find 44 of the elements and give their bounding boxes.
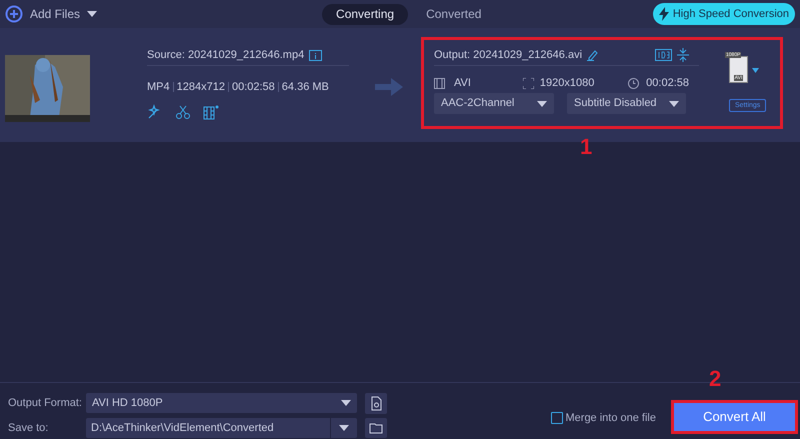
merge-label: Merge into one file [566,410,656,426]
expand-icon [522,78,534,88]
file-info: 1284x712 [176,80,225,95]
arrow-icon [375,78,403,96]
file-info: 64.36 MB [282,80,329,95]
format-settings-icon[interactable] [365,392,387,414]
caret-icon [537,100,547,106]
lightning-icon [658,7,669,21]
info-icon[interactable] [309,50,322,60]
film-icon [434,78,445,88]
caret-icon [339,425,349,431]
folder-icon[interactable] [365,418,387,438]
output-format-label: Output Format: [8,396,83,411]
caret-icon [87,11,98,17]
merge-checkbox[interactable] [550,412,562,424]
tab[interactable]: Converting [322,4,408,24]
caret-icon [669,100,679,106]
plus-circle-icon [5,5,23,23]
file-info: MP4 [147,80,170,95]
output-filename: Output: 20241029_212646.avi [434,48,582,63]
clock-icon [628,78,640,88]
subtitle-dropdown[interactable]: Subtitle Disabled [567,93,686,114]
convert-all-button[interactable]: Convert All [671,400,798,434]
file-info: 00:02:58 [232,80,275,95]
scissors-icon[interactable] [175,104,191,120]
caret-icon [341,400,351,406]
output-duration: 00:02:58 [646,76,689,91]
add-files-button[interactable]: Add Files [5,5,98,23]
output-format-dropdown[interactable]: AVI HD 1080P [86,393,357,413]
save-path-field[interactable]: D:\AceThinker\VidElement\Converted [86,418,357,438]
save-to-label: Save to: [8,420,50,436]
annotation-number: 2 [709,368,722,390]
output-format: AVI [454,76,471,91]
tab[interactable]: Converted [412,4,496,24]
source-filename: Source: 20241029_212646.mp4 [147,48,304,63]
id3-icon[interactable] [655,49,672,61]
film-edit-icon[interactable] [203,104,221,120]
high-speed-conversion-button[interactable]: High Speed Conversion [652,3,795,25]
output-resolution: 1920x1080 [540,76,594,91]
caret-icon[interactable] [752,68,759,73]
annotation-number: 1 [580,136,592,158]
compress-icon[interactable] [677,48,689,62]
pencil-icon[interactable] [587,49,600,61]
audio-dropdown[interactable]: AAC-2Channel [434,93,554,114]
